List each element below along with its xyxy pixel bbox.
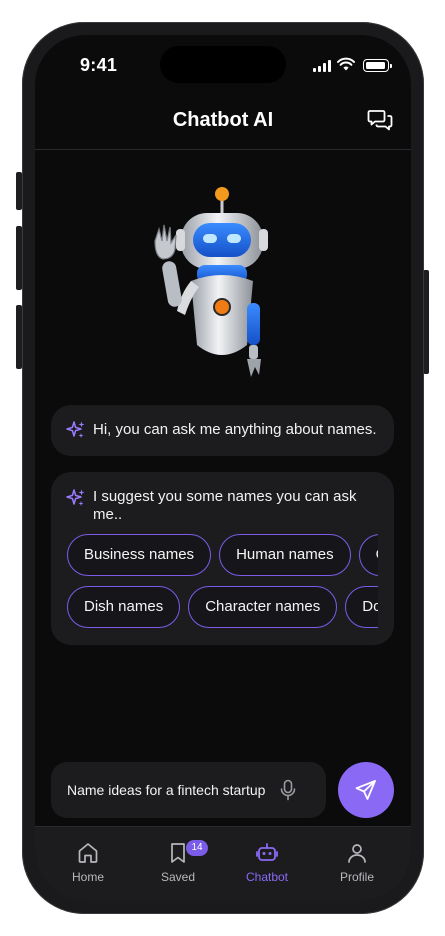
tab-label: Chatbot	[245, 870, 289, 884]
tab-label: Profile	[339, 870, 374, 884]
chat-bubbles-icon[interactable]	[367, 107, 393, 133]
app-header: Chatbot AI	[35, 93, 411, 150]
home-icon	[78, 843, 98, 863]
suggestion-row[interactable]: Dish namesCharacter namesDomain names	[67, 586, 378, 630]
message-text: I suggest you some names you can ask me.…	[93, 488, 357, 523]
suggestion-chip-human[interactable]: Human names	[219, 534, 351, 576]
tab-home[interactable]: Home	[48, 841, 128, 884]
battery-icon	[363, 59, 392, 72]
app-screen: 9:41 Chatbot AI Hi, you can ask me anyth…	[35, 35, 411, 901]
ai-sparkle-icon	[66, 489, 85, 506]
tab-label: Saved	[160, 870, 196, 884]
saved-count-badge: 14	[186, 840, 208, 856]
tab-chatbot[interactable]: Chatbot	[227, 841, 307, 884]
message-input[interactable]	[67, 780, 267, 800]
bottom-tab-bar: Home 14 Saved Chatbot Profile	[35, 826, 411, 901]
message-composer	[51, 762, 326, 818]
send-button[interactable]	[338, 762, 394, 818]
status-bar: 9:41	[35, 35, 411, 93]
tab-saved[interactable]: 14 Saved	[138, 840, 218, 884]
send-icon	[355, 780, 376, 800]
page-title: Chatbot AI	[172, 109, 274, 131]
ai-sparkle-icon	[66, 421, 85, 438]
suggestion-row[interactable]: Business namesHuman names Game names	[67, 534, 378, 578]
cellular-signal-icon	[313, 60, 331, 72]
robot-mascot-image	[154, 187, 268, 377]
suggestion-chip-business[interactable]: Business names	[67, 534, 212, 576]
message-text: Hi, you can ask me anything about names.	[93, 421, 377, 438]
dynamic-island	[160, 46, 286, 83]
suggestion-chip-dish[interactable]: Dish names	[67, 586, 181, 628]
bot-message: Hi, you can ask me anything about names.	[51, 405, 394, 456]
suggestion-chip-game[interactable]: Game names	[358, 534, 378, 576]
microphone-icon[interactable]	[278, 779, 298, 801]
status-time: 9:41	[80, 55, 118, 75]
user-icon	[348, 844, 366, 863]
bot-suggestions-message: I suggest you some names you can ask me.…	[51, 472, 394, 645]
tab-label: Home	[71, 870, 104, 884]
suggestion-chip-character[interactable]: Character names	[188, 586, 338, 628]
tab-profile[interactable]: Profile	[317, 841, 397, 884]
robot-icon	[256, 843, 278, 861]
wifi-icon	[337, 57, 355, 71]
suggestion-chip-domain[interactable]: Domain names	[345, 586, 378, 628]
